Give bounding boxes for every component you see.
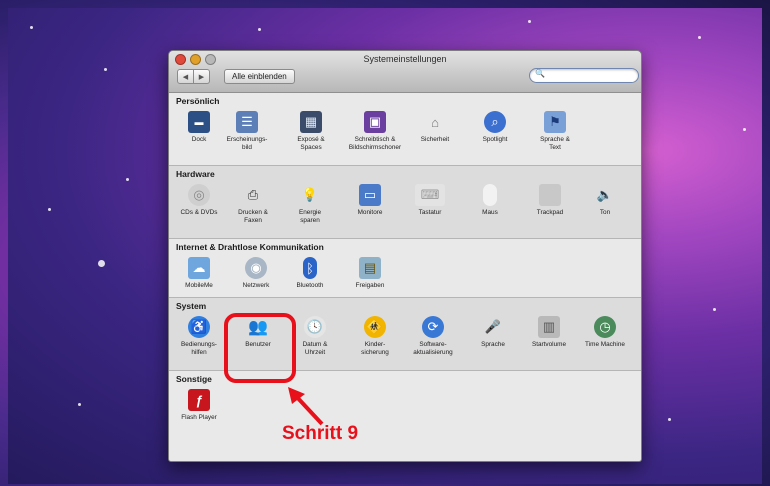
annotation-arrow — [288, 387, 324, 426]
annotation-label: Schritt 9 — [282, 423, 359, 444]
